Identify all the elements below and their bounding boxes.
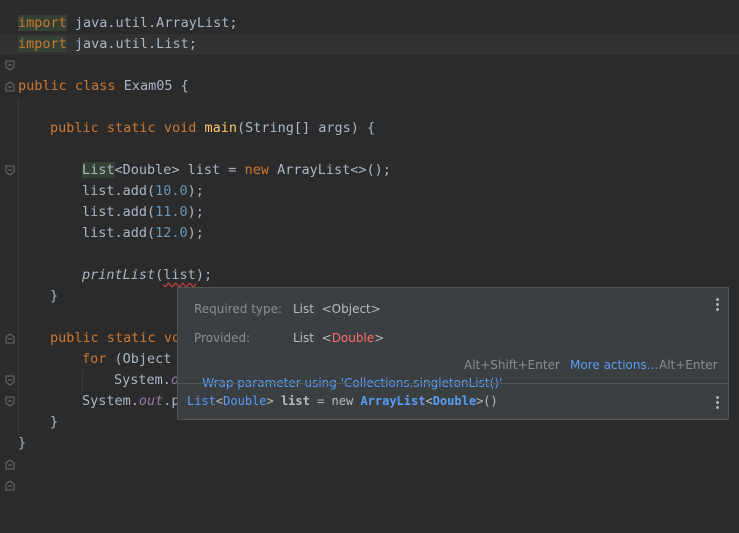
type-name: List: [82, 162, 115, 178]
brace-close: }: [50, 414, 59, 430]
code-line-2[interactable]: import java.util.List;: [0, 34, 739, 92]
number-literal: 10.0: [155, 183, 188, 199]
keyword-import: import: [18, 36, 67, 52]
declaration-preview[interactable]: List<Double> list = new ArrayList<Double…: [187, 392, 498, 410]
class-name: Exam05 {: [115, 78, 189, 94]
popup-divider: [178, 383, 728, 384]
method-call-name: printList: [82, 267, 156, 283]
number-literal: 11.0: [155, 204, 188, 220]
call-close: );: [187, 183, 204, 199]
keyword-public: public: [50, 120, 99, 136]
more-actions-shortcut: Alt+Enter: [659, 358, 718, 372]
method-params: (String[] args) {: [237, 120, 376, 136]
keyword-new: new: [244, 162, 269, 178]
decl-angle-close: >: [266, 394, 274, 408]
code-line-6[interactable]: public static void main(String[] args) {: [0, 118, 739, 176]
call-close: );: [187, 225, 204, 241]
angle-open: <: [321, 331, 332, 345]
decl-assign: = new: [309, 394, 361, 408]
code-line-21[interactable]: }: [0, 433, 739, 491]
required-type-param: <Object>: [321, 302, 381, 316]
provided-type-param: Double: [331, 331, 375, 345]
type-mismatch-popup: Required type: List <Object> Provided: L…: [177, 287, 729, 420]
import-path: java.util.ArrayList;: [66, 15, 238, 31]
keyword-void: void: [163, 120, 197, 136]
provided-type-label: Provided:: [194, 331, 251, 345]
more-actions-link[interactable]: More actions...: [570, 356, 658, 374]
provided-type-name: List: [293, 331, 314, 345]
decl-variable: list: [273, 394, 310, 408]
brace-close: }: [18, 435, 27, 451]
keyword-class: class: [74, 78, 116, 94]
declaration-options-icon[interactable]: [716, 396, 720, 411]
quick-fix-shortcut: Alt+Shift+Enter: [464, 358, 560, 372]
fold-end-icon[interactable]: [5, 39, 15, 92]
error-argument[interactable]: list: [163, 267, 196, 283]
fold-end-icon[interactable]: [5, 438, 15, 491]
decl-angle-open: <: [425, 394, 433, 408]
decl-param: Double: [223, 394, 267, 408]
quick-fix-row: Wrap parameter using 'Collections.single…: [187, 356, 502, 390]
angle-close: >: [374, 331, 385, 345]
constructor-text: ArrayList<>();: [268, 162, 391, 178]
fold-start-icon[interactable]: [5, 354, 15, 407]
required-type-name: List: [293, 302, 314, 316]
fold-start-icon[interactable]: [5, 333, 15, 386]
code-line-9[interactable]: list.add(10.0);: [0, 181, 739, 202]
keyword-public: public: [50, 330, 99, 346]
import-path: java.util.List;: [66, 36, 197, 52]
code-line-13[interactable]: printList(list);: [0, 265, 739, 286]
code-line-8[interactable]: List<Double> list = new ArrayList<>();: [0, 160, 739, 181]
keyword-public: public: [18, 78, 67, 94]
call-text: list.add(: [82, 225, 156, 241]
brace-close: }: [50, 288, 59, 304]
fold-end-icon[interactable]: [5, 417, 15, 470]
decl-param: Double: [432, 394, 477, 408]
keyword-for: for: [82, 351, 107, 367]
number-literal: 12.0: [155, 225, 188, 241]
decl-type: List: [187, 394, 216, 408]
code-line-10[interactable]: list.add(11.0);: [0, 202, 739, 223]
decl-tail: (): [483, 394, 498, 408]
call-close: );: [187, 204, 204, 220]
required-type-label: Required type:: [194, 302, 283, 316]
code-line-4[interactable]: public class Exam05 {: [0, 76, 739, 97]
method-name: main: [204, 120, 238, 136]
fold-start-icon[interactable]: [5, 18, 15, 71]
declaration-text: <Double> list =: [114, 162, 245, 178]
keyword-import: import: [18, 15, 67, 31]
required-type-row: Required type: List <Object>: [194, 300, 381, 318]
code-line-1[interactable]: import java.util.ArrayList;: [0, 13, 739, 71]
paren-close: );: [195, 267, 213, 283]
provided-type-value: List <Double>: [293, 329, 384, 347]
provided-type-row: Provided: List <Double>: [194, 329, 384, 347]
fold-end-icon[interactable]: [5, 291, 15, 344]
static-field: out: [138, 393, 164, 409]
system-class: System.: [82, 393, 139, 409]
keyword-static: static: [106, 120, 156, 136]
code-line-11[interactable]: list.add(12.0);: [0, 223, 739, 244]
for-header: (Object: [106, 351, 172, 367]
call-text: list.add(: [82, 183, 156, 199]
decl-constructor: ArrayList: [360, 394, 426, 408]
more-options-icon[interactable]: [716, 298, 720, 313]
system-class: System.: [114, 372, 171, 388]
required-type-value: List <Object>: [293, 300, 381, 318]
fold-start-icon[interactable]: [5, 123, 15, 176]
call-text: list.add(: [82, 204, 156, 220]
keyword-static: static: [106, 330, 156, 346]
